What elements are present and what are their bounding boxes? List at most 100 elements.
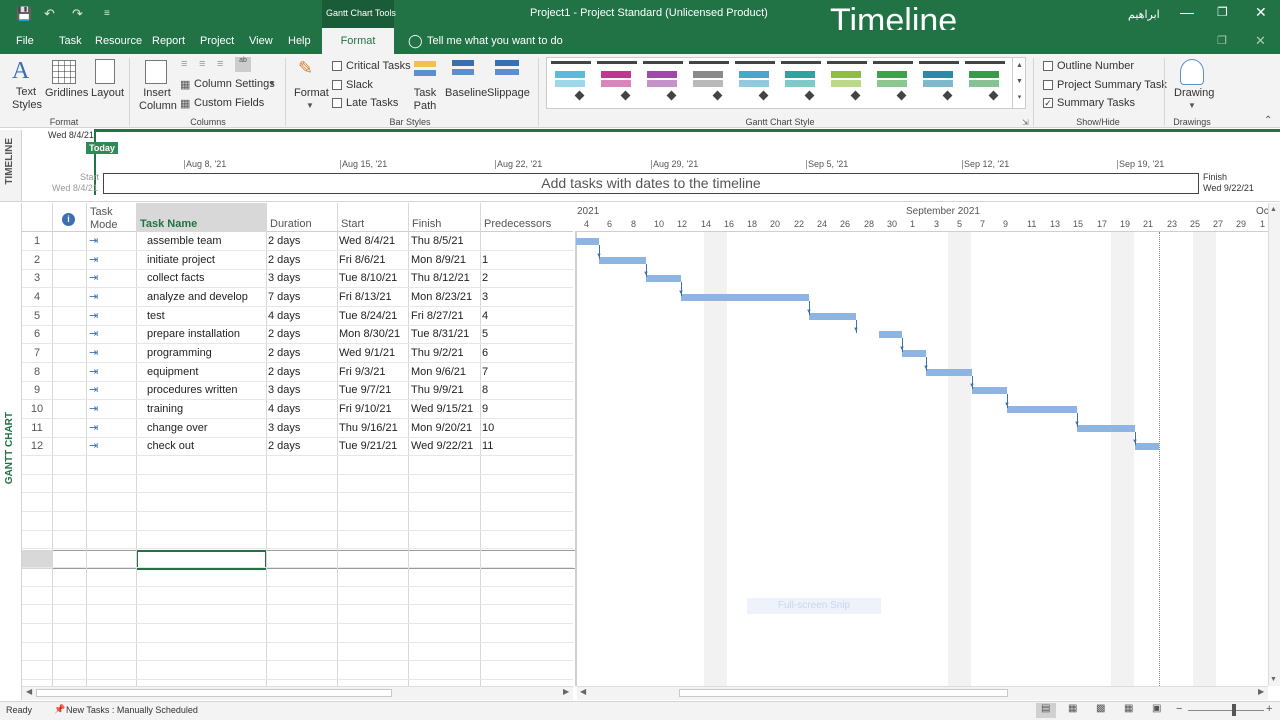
task-name-cell[interactable]: assemble team (147, 235, 222, 247)
collapse-ribbon-icon[interactable]: ⌃ (1264, 115, 1272, 126)
row-id[interactable]: 4 (22, 291, 52, 303)
predecessors-cell[interactable]: 6 (482, 347, 488, 359)
task-name-cell[interactable]: change over (147, 422, 208, 434)
finish-cell[interactable]: Wed 9/15/21 (411, 403, 473, 415)
predecessors-cell[interactable]: 5 (482, 328, 488, 340)
style-swatch-bar[interactable] (969, 71, 999, 78)
finish-cell[interactable]: Thu 8/5/21 (411, 235, 464, 247)
start-cell[interactable]: Fri 8/6/21 (339, 254, 385, 266)
row-id[interactable]: 1 (22, 235, 52, 247)
style-swatch-bar[interactable] (693, 71, 723, 78)
style-swatch-frame[interactable] (827, 61, 867, 65)
style-swatch-bar[interactable] (739, 80, 769, 87)
task-name-cell[interactable]: training (147, 403, 183, 415)
style-swatch-bar[interactable] (555, 71, 585, 78)
predecessors-cell[interactable]: 10 (482, 422, 494, 434)
slippage-button[interactable]: Slippage (487, 87, 530, 99)
start-cell[interactable]: Wed 9/1/21 (339, 347, 395, 359)
start-cell[interactable]: Fri 9/10/21 (339, 403, 392, 415)
duration-cell[interactable]: 3 days (268, 272, 300, 284)
tab-help[interactable]: Help (288, 35, 311, 47)
gantt-scroll-thumb[interactable] (679, 689, 1008, 697)
predecessors-cell[interactable]: 7 (482, 366, 488, 378)
save-icon[interactable]: 💾 (16, 6, 32, 22)
gantt-view-icon[interactable]: ▤ (1041, 703, 1050, 714)
style-swatch-bar[interactable] (647, 80, 677, 87)
task-bar[interactable] (972, 387, 1007, 394)
text-styles-icon[interactable]: A (12, 58, 29, 85)
finish-header[interactable]: Finish (412, 218, 441, 230)
predecessors-cell[interactable]: 9 (482, 403, 488, 415)
scroll-left-icon[interactable]: ◀ (580, 687, 586, 696)
duration-cell[interactable]: 4 days (268, 403, 300, 415)
duration-cell[interactable]: 2 days (268, 440, 300, 452)
row-id[interactable]: 2 (22, 254, 52, 266)
report-icon[interactable]: ▣ (1152, 703, 1161, 714)
tab-format[interactable]: Format (322, 28, 394, 54)
start-cell[interactable]: Tue 8/10/21 (339, 272, 397, 284)
task-usage-icon[interactable]: ▦ (1068, 703, 1077, 714)
critical-tasks-checkbox[interactable]: Critical Tasks (332, 60, 411, 72)
start-cell[interactable]: Tue 9/7/21 (339, 384, 391, 396)
task-name-cell[interactable]: programming (147, 347, 212, 359)
mode-header[interactable]: Task Mode (90, 206, 118, 232)
sheet-scroll-thumb[interactable] (36, 689, 392, 697)
ribbon-close-icon[interactable]: ✕ (1255, 33, 1266, 49)
row-id[interactable]: 9 (22, 384, 52, 396)
task-bar[interactable] (681, 294, 809, 301)
layout-icon[interactable] (95, 59, 115, 84)
task-name-cell[interactable]: initiate project (147, 254, 215, 266)
column-settings-icon[interactable]: ▦ (180, 78, 190, 91)
finish-cell[interactable]: Thu 9/9/21 (411, 384, 464, 396)
duration-cell[interactable]: 2 days (268, 366, 300, 378)
tell-me-search[interactable]: Tell me what you want to do (427, 35, 563, 47)
task-path-icon[interactable] (414, 61, 436, 83)
task-name-cell[interactable]: check out (147, 440, 194, 452)
summary-tasks-checkbox[interactable]: ✓ Summary Tasks (1043, 97, 1135, 109)
task-bar[interactable] (1077, 425, 1135, 432)
scroll-right-icon[interactable]: ▶ (563, 687, 569, 696)
style-swatch-bar[interactable] (601, 80, 631, 87)
redo-icon[interactable]: ↷ (72, 6, 83, 22)
timeline-drop-area[interactable]: Add tasks with dates to the timeline (103, 173, 1199, 194)
baseline-icon[interactable] (452, 60, 474, 82)
predecessors-cell[interactable]: 4 (482, 310, 488, 322)
style-swatch-bar[interactable] (923, 71, 953, 78)
row-id[interactable]: 11 (22, 422, 52, 434)
finish-cell[interactable]: Mon 8/9/21 (411, 254, 466, 266)
scroll-down-icon[interactable]: ▼ (1270, 676, 1277, 683)
start-cell[interactable]: Fri 9/3/21 (339, 366, 385, 378)
custom-fields-icon[interactable]: ▦ (180, 97, 190, 110)
predecessors-cell[interactable]: 3 (482, 291, 488, 303)
duration-cell[interactable]: 2 days (268, 328, 300, 340)
layout-button[interactable]: Layout (91, 87, 124, 99)
style-swatch-bar[interactable] (831, 71, 861, 78)
finish-cell[interactable]: Thu 8/12/21 (411, 272, 470, 284)
name-header[interactable]: Task Name (140, 218, 197, 230)
style-swatch-frame[interactable] (689, 61, 729, 65)
zoom-slider[interactable] (1188, 710, 1264, 711)
outline-number-checkbox[interactable]: Outline Number (1043, 60, 1134, 72)
task-name-cell[interactable]: collect facts (147, 272, 204, 284)
ribbon-restore-icon[interactable]: ❐ (1217, 34, 1227, 47)
start-cell[interactable]: Thu 9/16/21 (339, 422, 398, 434)
late-tasks-checkbox[interactable]: Late Tasks (332, 97, 398, 109)
finish-cell[interactable]: Fri 8/27/21 (411, 310, 464, 322)
tab-project[interactable]: Project (200, 35, 234, 47)
task-bar[interactable] (576, 238, 599, 245)
style-swatch-bar[interactable] (785, 71, 815, 78)
close-icon[interactable]: ✕ (1255, 4, 1267, 21)
customize-qat-icon[interactable]: ≡ (104, 8, 110, 19)
style-swatch-bar[interactable] (969, 80, 999, 87)
task-bar[interactable] (926, 369, 972, 376)
duration-cell[interactable]: 2 days (268, 347, 300, 359)
start-header[interactable]: Start (341, 218, 364, 230)
user-name[interactable]: ابراهيم (1128, 8, 1160, 21)
style-swatch-frame[interactable] (551, 61, 591, 65)
duration-cell[interactable]: 3 days (268, 422, 300, 434)
predecessors-cell[interactable]: 2 (482, 272, 488, 284)
project-summary-checkbox[interactable]: Project Summary Task (1043, 79, 1167, 91)
start-cell[interactable]: Wed 8/4/21 (339, 235, 395, 247)
resource-sheet-icon[interactable]: ▦ (1124, 703, 1133, 714)
duration-cell[interactable]: 2 days (268, 235, 300, 247)
